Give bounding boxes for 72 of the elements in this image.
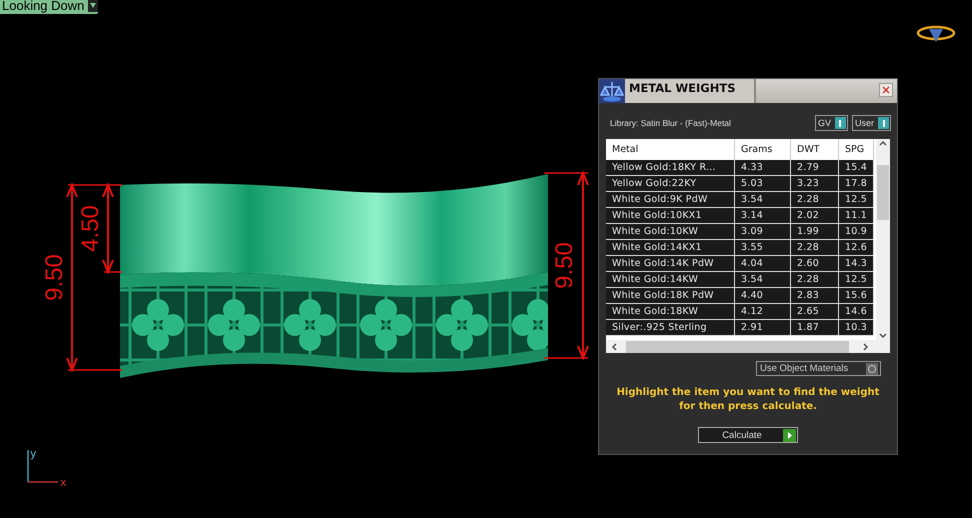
table-cell[interactable]: 3.54 xyxy=(735,192,791,208)
table-cell[interactable]: 4.40 xyxy=(735,288,791,304)
scroll-thumb[interactable] xyxy=(877,165,889,220)
logo-icon xyxy=(916,24,956,44)
close-button[interactable] xyxy=(879,83,893,97)
dimension-label: 4.50 xyxy=(77,205,104,252)
table-cell[interactable]: 5.03 xyxy=(735,176,791,192)
scroll-thumb[interactable] xyxy=(626,340,849,352)
table-cell[interactable]: 11.1 xyxy=(839,208,874,224)
chevron-down-icon[interactable] xyxy=(878,332,888,340)
table-cell[interactable]: 2.28 xyxy=(791,240,839,256)
table-cell[interactable]: 1.99 xyxy=(791,224,839,240)
close-icon xyxy=(882,86,890,94)
vertical-scrollbar[interactable] xyxy=(876,139,890,340)
table-cell[interactable]: 10.9 xyxy=(839,224,874,240)
table-cell[interactable]: 4.12 xyxy=(735,304,791,320)
table-cell[interactable]: 17.8 xyxy=(839,176,874,192)
table-cell[interactable]: White Gold:14KW xyxy=(606,272,735,288)
table-cell[interactable]: 3.55 xyxy=(735,240,791,256)
table-cell[interactable]: 3.14 xyxy=(735,208,791,224)
table-cell[interactable]: 14.6 xyxy=(839,304,874,320)
axis-label: y xyxy=(30,447,37,460)
window-title: METAL WEIGHTS xyxy=(625,79,756,103)
table-cell[interactable]: 12.5 xyxy=(839,272,874,288)
dimension-label: 9.50 xyxy=(41,254,68,301)
chevron-up-icon[interactable] xyxy=(878,139,888,147)
play-icon xyxy=(782,428,796,442)
table-cell[interactable]: White Gold:14KX1 xyxy=(606,240,735,256)
table-cell[interactable]: White Gold:9K PdW xyxy=(606,192,735,208)
chevron-right-icon[interactable] xyxy=(862,342,870,352)
table-cell[interactable]: Yellow Gold:22KY xyxy=(606,176,735,192)
table-cell[interactable]: 4.04 xyxy=(735,256,791,272)
dimension-label: 9.50 xyxy=(551,242,578,289)
table-cell[interactable]: 2.79 xyxy=(791,160,839,176)
table-cell[interactable]: 2.60 xyxy=(791,256,839,272)
table-cell[interactable]: 2.91 xyxy=(735,320,791,336)
table-cell[interactable]: 2.02 xyxy=(791,208,839,224)
toggle[interactable]: GV xyxy=(814,115,848,131)
hint-text: Highlight the item you want to find the weight for then press calculate. xyxy=(616,386,880,414)
table-cell[interactable]: 2.28 xyxy=(791,192,839,208)
calculate-button[interactable]: Calculate xyxy=(698,427,798,443)
table-cell[interactable]: 12.6 xyxy=(839,240,874,256)
table-cell[interactable]: 3.23 xyxy=(791,176,839,192)
table-cell[interactable]: 3.09 xyxy=(735,224,791,240)
horizontal-scrollbar[interactable] xyxy=(606,340,890,353)
table-cell[interactable]: 4.33 xyxy=(735,160,791,176)
table-cell[interactable]: White Gold:10KW xyxy=(606,224,735,240)
table-cell[interactable]: Silver:.925 Sterling xyxy=(606,320,735,336)
use-object-materials-option[interactable]: Use Object Materials xyxy=(756,361,881,376)
table-cell[interactable]: Yellow Gold:18KY R... xyxy=(606,160,735,176)
scale-icon xyxy=(599,79,625,103)
table-cell[interactable]: 1.87 xyxy=(791,320,839,336)
table-cell[interactable]: 2.28 xyxy=(791,272,839,288)
library-label: Library: Satin Blur - (Fast)-Metal xyxy=(610,118,732,128)
table-cell[interactable]: 10.3 xyxy=(839,320,874,336)
table-cell[interactable]: White Gold:18K PdW xyxy=(606,288,735,304)
table-cell[interactable]: 15.4 xyxy=(839,160,874,176)
table-cell[interactable]: 2.83 xyxy=(791,288,839,304)
table-cell[interactable]: White Gold:18KW xyxy=(606,304,735,320)
view-dropdown[interactable]: Looking Down xyxy=(0,0,98,14)
table-cell[interactable]: 12.5 xyxy=(839,192,874,208)
axis-icon xyxy=(27,450,58,483)
table-cell[interactable]: 2.65 xyxy=(791,304,839,320)
chevron-left-icon[interactable] xyxy=(610,342,618,352)
table-cell[interactable]: 14.3 xyxy=(839,256,874,272)
toggle[interactable]: User xyxy=(852,115,891,131)
caret-icon xyxy=(88,0,98,12)
table-cell[interactable]: White Gold:10KX1 xyxy=(606,208,735,224)
table-cell[interactable]: White Gold:14K PdW xyxy=(606,256,735,272)
table-cell[interactable]: 3.54 xyxy=(735,272,791,288)
axis-label: x xyxy=(60,476,67,489)
table-cell[interactable]: 15.6 xyxy=(839,288,874,304)
